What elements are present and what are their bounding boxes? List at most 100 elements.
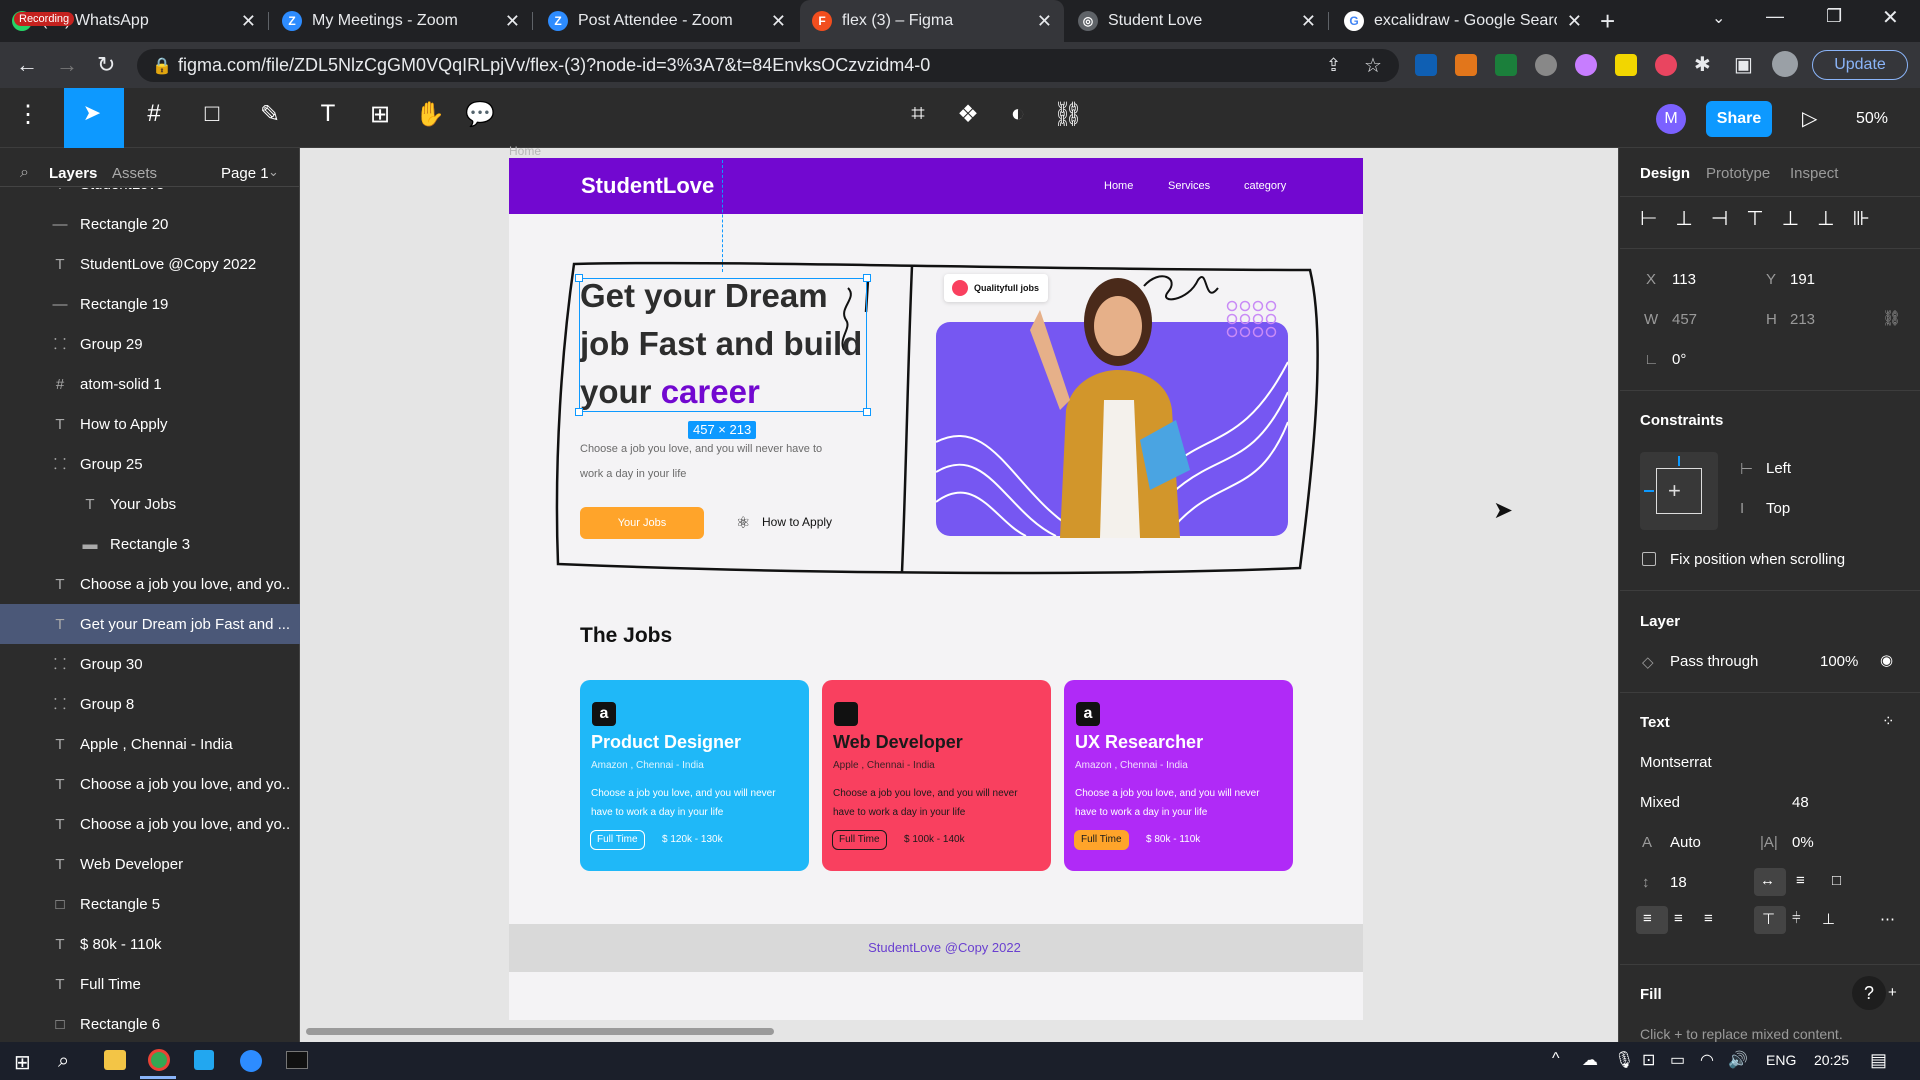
update-button[interactable]: Update [1812,50,1908,80]
new-tab-icon[interactable]: + [1600,6,1615,37]
add-fill-icon[interactable]: + [1888,984,1897,1001]
palette-extension-icon[interactable] [1655,54,1677,76]
text-tool-icon[interactable]: T [310,100,346,128]
constraint-horizontal-select[interactable]: Left [1766,460,1791,477]
fixed-size-icon[interactable]: □ [1832,872,1841,889]
layer-row[interactable]: ⸬ Group 25 [0,444,300,484]
layer-row[interactable]: T Choose a job you love, and yo... [0,764,300,804]
layer-row[interactable]: □ Rectangle 5 [0,884,300,924]
close-tab-icon[interactable]: ✕ [1567,11,1582,32]
selection-box[interactable] [579,278,867,412]
constrain-proportions-icon[interactable]: ⛓ [1882,309,1901,327]
clock[interactable]: 20:25 [1814,1052,1849,1068]
help-icon[interactable]: ? [1852,976,1886,1010]
language-indicator[interactable]: ENG [1766,1052,1796,1068]
zoom-taskbar-icon[interactable] [240,1050,262,1072]
layer-row[interactable]: # atom-solid 1 [0,364,300,404]
lock-icon[interactable]: 🔒 [152,56,172,76]
reload-icon[interactable]: ↻ [97,52,115,78]
auto-width-icon[interactable]: ↔ [1760,872,1775,889]
resize-handle[interactable] [575,408,583,416]
tab-inspect[interactable]: Inspect [1790,165,1838,182]
letter-spacing-field[interactable]: 0% [1792,834,1814,851]
font-size-field[interactable]: 48 [1792,794,1809,811]
alignment-icons[interactable]: ⊢⊥⊣⊤⊥⊥⊪ [1640,206,1888,231]
metamask-icon[interactable] [1455,54,1477,76]
color-extension-icon[interactable] [1575,54,1597,76]
tab-figma[interactable]: F flex (3) – Figma ✕ [800,0,1064,42]
layer-row[interactable]: □ Rectangle 6 [0,1004,300,1042]
close-tab-icon[interactable]: ✕ [771,11,786,32]
close-tab-icon[interactable]: ✕ [241,11,256,32]
job-card[interactable]: a UX Researcher Amazon , Chennai - India… [1064,680,1293,871]
job-card[interactable]: Web Developer Apple , Chennai - India Ch… [822,680,1051,871]
z-extension-icon[interactable] [1615,54,1637,76]
opacity-field[interactable]: 100% [1820,653,1858,670]
footer-copyright[interactable]: StudentLove @Copy 2022 [509,940,1380,955]
align-bottom-icon[interactable]: ⊥ [1822,910,1835,928]
vscode-icon[interactable] [194,1050,214,1070]
avatar[interactable]: M [1656,104,1686,134]
frame-label[interactable]: Home [509,144,541,158]
layer-row[interactable]: T Full Time [0,964,300,1004]
align-left-icon[interactable]: ≡ [1643,910,1652,927]
your-jobs-button[interactable]: Your Jobs [580,507,704,539]
tray-chevron-icon[interactable]: ^ [1552,1050,1560,1068]
tab-layers[interactable]: Layers [49,165,97,182]
layer-row[interactable]: T Your Jobs [0,484,300,524]
w-field[interactable]: 457 [1672,311,1697,328]
page-selector[interactable]: Page 1 [221,165,269,182]
y-field[interactable]: 191 [1790,271,1815,288]
layer-row[interactable]: T Choose a job you love, and yo... [0,564,300,604]
present-play-icon[interactable]: ▷ [1802,106,1817,131]
tab-zoom-post-attendee[interactable]: Z Post Attendee - Zoom ✕ [536,0,798,42]
minimize-icon[interactable]: — [1766,6,1784,27]
layer-row[interactable]: T Choose a job you love, and yo... [0,804,300,844]
h-field[interactable]: 213 [1790,311,1815,328]
restore-icon[interactable]: ❐ [1826,6,1842,27]
chart-extension-icon[interactable] [1495,54,1517,76]
jobs-section-title[interactable]: The Jobs [580,624,672,648]
chrome-taskbar-icon[interactable] [148,1049,170,1071]
crop-icon[interactable]: ⌗ [900,100,936,128]
align-top-icon[interactable]: ⊤ [1762,910,1775,928]
tab-prototype[interactable]: Prototype [1706,165,1770,182]
recording-tray-icon[interactable]: ⊡ [1642,1050,1655,1070]
layer-row[interactable]: T $ 80k - 110k [0,924,300,964]
eye-icon[interactable]: ◉ [1880,651,1893,669]
constraint-vertical-select[interactable]: Top [1766,500,1790,517]
layer-row[interactable]: T Web Developer [0,844,300,884]
back-icon[interactable]: ← [16,52,38,78]
microphone-icon[interactable]: 🎙 [1614,1050,1634,1070]
layer-row[interactable]: ⸬ Group 8 [0,684,300,724]
how-to-apply-link[interactable]: How to Apply [762,515,832,529]
nav-home[interactable]: Home [1104,180,1133,192]
constraint-top-line[interactable] [1678,456,1680,466]
align-middle-icon[interactable]: ⫩ [1792,910,1801,927]
wifi-icon[interactable]: ◠ [1700,1050,1714,1070]
notifications-icon[interactable]: ▤ [1870,1050,1887,1071]
hero-desc-2[interactable]: work a day in your life [580,468,686,480]
share-button[interactable]: Share [1706,101,1772,137]
extensions-puzzle-icon[interactable]: ✱ [1694,52,1711,77]
close-tab-icon[interactable]: ✕ [1301,11,1316,32]
battery-icon[interactable]: ▭ [1670,1050,1685,1070]
url-text[interactable]: figma.com/file/ZDL5NlzCgGM0VQqIRLpjVv/fl… [178,55,930,76]
tab-search-icon[interactable]: ⌄ [1712,8,1725,28]
nav-services[interactable]: Services [1168,180,1210,192]
hand-tool-icon[interactable]: ✋ [412,100,448,129]
hero-desc-1[interactable]: Choose a job you love, and you will neve… [580,443,822,455]
align-left-selected[interactable] [1636,906,1668,934]
resize-handle[interactable] [863,408,871,416]
chevron-down-icon[interactable]: ⌄ [268,164,279,180]
volume-icon[interactable]: 🔊 [1728,1050,1748,1070]
close-tab-icon[interactable]: ✕ [505,11,520,32]
resize-handle[interactable] [575,274,583,282]
constraint-left-line[interactable] [1644,490,1654,492]
align-center-icon[interactable]: ≡ [1674,910,1683,927]
link-icon[interactable]: ⛓ [1050,100,1086,129]
layer-row[interactable]: T StudentLove @Copy 2022 [0,244,300,284]
more-text-options-icon[interactable]: ⋯ [1880,910,1895,928]
layer-row[interactable]: ▬ Rectangle 3 [0,524,300,564]
sidepanel-icon[interactable]: ▣ [1734,52,1753,77]
